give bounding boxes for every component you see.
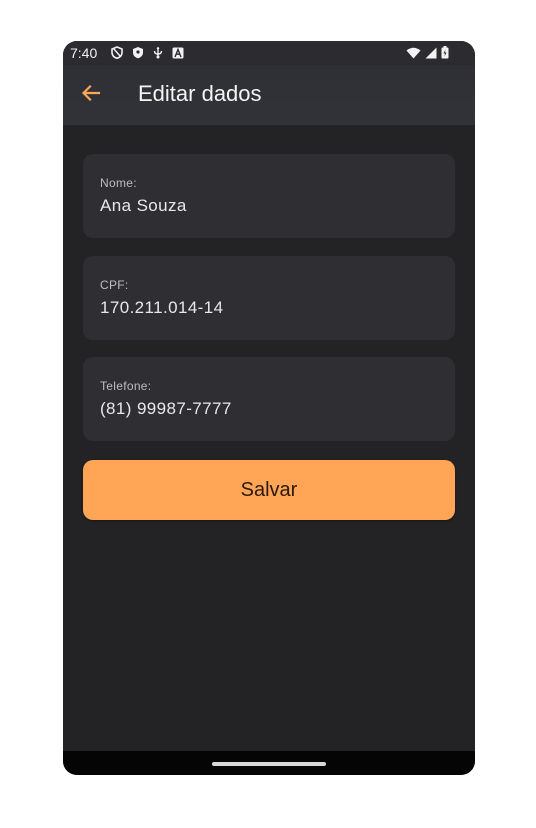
cpf-input[interactable] — [100, 298, 430, 318]
status-icons-left — [111, 46, 184, 62]
usb-icon — [153, 46, 163, 62]
wifi-icon — [406, 46, 421, 62]
cpf-field-label: CPF: — [100, 278, 129, 292]
phone-input[interactable] — [100, 399, 430, 419]
phone-screen: 7:40 Editar dados Nome: Ana Souza CPF: 1… — [63, 41, 475, 775]
page-title: Editar dados — [138, 81, 262, 106]
status-icons-right — [406, 46, 449, 62]
name-input[interactable] — [100, 196, 430, 216]
edit-form: Nome: CPF: Telefone: Salvar — [63, 125, 475, 751]
signal-icon — [425, 46, 437, 62]
shield-filled-icon — [132, 46, 144, 62]
navigation-bar — [63, 751, 475, 775]
name-field[interactable]: Nome: — [83, 154, 455, 238]
save-button[interactable]: Salvar — [83, 460, 455, 520]
a-box-icon — [172, 46, 184, 62]
shield-outline-icon — [111, 46, 123, 62]
name-field-label: Nome: — [100, 176, 137, 190]
back-button[interactable] — [77, 81, 105, 109]
status-bar: 7:40 — [63, 41, 475, 65]
arrow-left-icon — [81, 83, 101, 108]
battery-icon — [441, 46, 449, 62]
status-time: 7:40 — [70, 45, 98, 61]
phone-field-label: Telefone: — [100, 379, 152, 393]
app-bar: Editar dados — [63, 65, 475, 125]
cpf-field[interactable]: CPF: — [83, 256, 455, 340]
home-indicator[interactable] — [212, 762, 326, 766]
phone-field[interactable]: Telefone: — [83, 357, 455, 441]
